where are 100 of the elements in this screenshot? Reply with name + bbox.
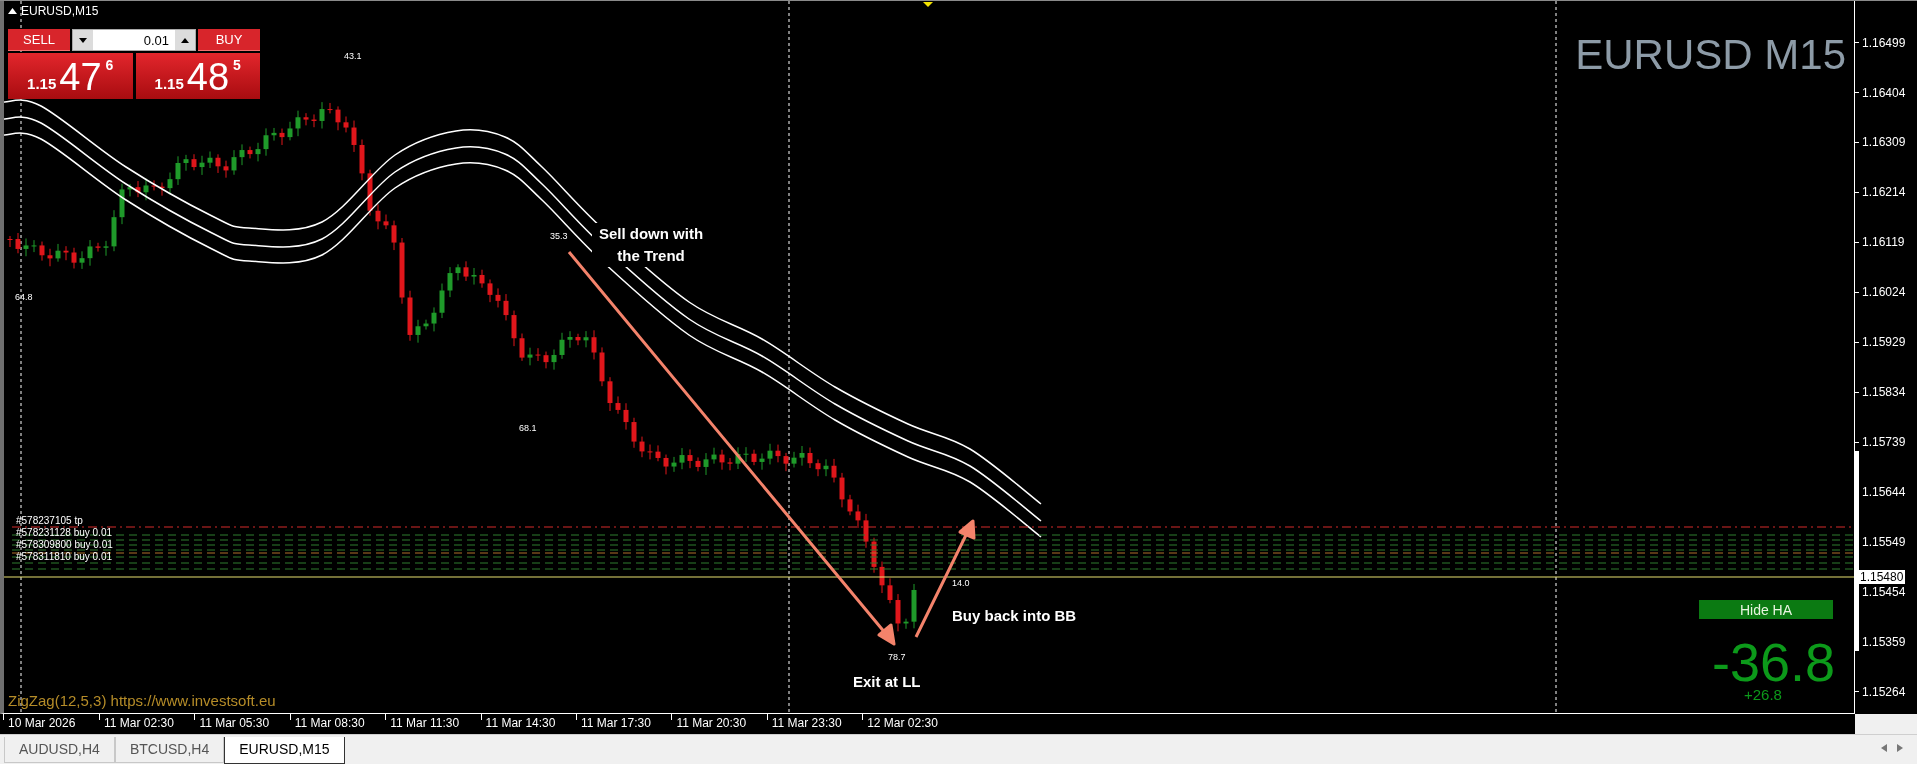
annotation-text: Exit at LL [853,673,921,690]
increase-button[interactable] [175,30,195,50]
candle [783,452,789,472]
candle [639,436,645,458]
candle [103,240,109,257]
candle [463,260,469,282]
caret-icon [79,37,87,43]
price-label: 1.15929 [1861,335,1906,350]
candle [687,448,693,469]
candle [55,243,61,263]
time-label: 11 Mar 17:30 [581,716,651,730]
triangle-icon[interactable] [8,8,17,14]
candle [327,102,333,114]
candle [455,263,461,281]
zigzag-label: 35.3 [550,231,568,241]
candle [815,458,821,477]
candle [431,306,437,332]
price-label: 1.16119 [1861,235,1905,250]
caret-icon [181,37,189,43]
candle [623,402,629,431]
hide-ha-button[interactable]: Hide HA [1699,600,1833,619]
scroll-left-icon[interactable] [1881,744,1887,752]
candle [679,447,685,470]
candle [143,178,149,201]
price-label: 1.16404 [1861,85,1906,100]
order-label: #578311810 buy 0.01 [16,551,113,563]
candle [799,445,805,467]
candle [263,127,269,157]
candle [295,110,301,137]
price-label: 1.16214 [1861,185,1906,200]
time-label: 10 Mar 2026 [8,716,76,730]
candle [359,139,365,181]
sell-button[interactable]: SELL [8,29,70,51]
time-label: 11 Mar 02:30 [104,716,174,730]
candle [607,376,613,412]
chart-tab[interactable]: BTCUSD,H4 [114,737,225,763]
annotation-text: Buy back into BB [952,607,1077,624]
candle [871,537,877,574]
candle [279,128,285,146]
candle [591,329,597,360]
time-label: 11 Mar 14:30 [485,716,556,730]
candle [255,142,261,162]
candle [127,183,133,197]
decrease-button[interactable] [73,30,93,50]
marker-icon [923,2,933,7]
order-label: #578231128 buy 0.01 [16,527,113,539]
candle [71,247,77,269]
zigzag-label: 78.7 [888,652,906,662]
candle [535,347,541,362]
zigzag-label: 64.8 [15,292,33,302]
candle [887,577,893,604]
time-label: 11 Mar 08:30 [294,716,365,730]
symbol-label: EURUSD,M15 [21,4,99,18]
candle [111,209,117,252]
candle [807,447,813,469]
buy-button[interactable]: BUY [198,29,260,51]
candle [183,154,189,172]
candle [239,143,245,166]
candle [95,242,101,253]
candle [167,172,173,195]
candle [519,333,525,362]
candle [903,618,909,630]
candle [367,169,373,217]
candle [527,347,533,366]
profit-change: +26.8 [1744,686,1782,703]
candle [743,446,749,463]
candle [471,267,477,286]
candle [631,417,637,449]
candle [487,278,493,303]
lot-spinner[interactable]: 0.01 [72,29,196,51]
price-label: 1.15549 [1861,534,1906,549]
candle [375,203,381,230]
candle [439,283,445,319]
candle [271,127,277,142]
candle [7,235,13,248]
scroll-right-icon[interactable] [1897,744,1903,752]
order-label: #578237105 tp [16,515,84,527]
price-label: 1.16024 [1861,285,1906,300]
candle [727,457,733,471]
candle [559,332,565,360]
candle [207,151,213,169]
price-label: 1.15264 [1861,684,1906,699]
chart-tab[interactable]: EURUSD,M15 [224,737,345,764]
candle [655,444,661,462]
candle [599,346,605,387]
price-label: 1.15359 [1861,634,1906,649]
chart-tab[interactable]: AUDUSD,H4 [4,737,115,763]
candle [479,269,485,289]
price-label: 1.16499 [1861,35,1906,50]
time-label: 11 Mar 11:30 [390,716,460,730]
candle [791,451,797,468]
candle [119,183,125,225]
candle [151,179,157,191]
candle [703,452,709,476]
price-label: 1.16309 [1861,135,1906,150]
candle [911,583,917,629]
candle [647,444,653,460]
candle [175,155,181,186]
candle [39,241,45,262]
candle [215,153,221,174]
